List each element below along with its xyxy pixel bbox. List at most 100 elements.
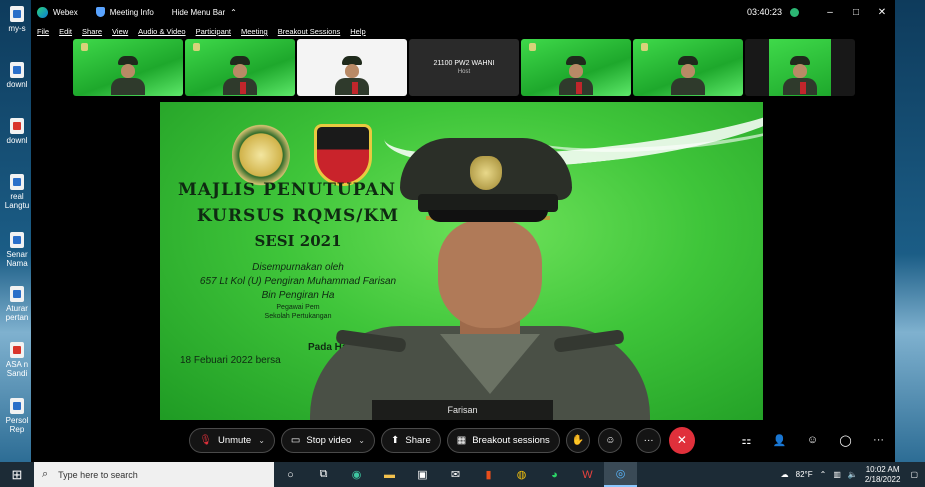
desktop-icon-7[interactable]: Persol Rep [2, 398, 32, 434]
wps-icon: W [582, 468, 593, 481]
meeting-controls: 🎙 Unmute ⌄ ▭ Stop video ⌄ ⬆ Share ▦ Brea… [31, 424, 895, 456]
notification-icon[interactable]: ▢ [910, 470, 918, 479]
raise-hand-button[interactable]: ✋ [565, 427, 591, 453]
participant-video [671, 56, 705, 96]
store-app[interactable]: ▣ [406, 462, 439, 487]
menu-meeting[interactable]: Meeting [241, 27, 268, 36]
breakout-grid-icon: ▦ [456, 434, 467, 446]
active-speaker-video: MAJLIS PENUTUPAN R KURSUS RQMS/KM SESI 2… [160, 102, 763, 420]
search-icon: ⌕ [42, 468, 49, 480]
network-icon[interactable]: ▥ [833, 470, 841, 479]
chevron-up-icon[interactable]: ⌃ [820, 470, 827, 479]
desktop-icon-label: Aturar pertan [5, 304, 29, 322]
cortana-button[interactable]: ○ [274, 462, 307, 487]
stop-video-label: Stop video [306, 434, 352, 446]
ellipsis-icon: ··· [873, 434, 885, 446]
stop-video-button[interactable]: ▭ Stop video ⌄ [280, 427, 375, 453]
shield-icon [95, 7, 105, 17]
end-call-button[interactable]: ✕ [668, 426, 696, 454]
file-explorer-app[interactable]: ▬ [373, 462, 406, 487]
chevron-down-icon[interactable]: ⌄ [358, 436, 365, 445]
participant-tile[interactable] [745, 39, 855, 96]
app-name-label: Webex [53, 7, 78, 17]
document-icon [10, 62, 24, 78]
desktop-icon-label: ASA n Sandi [5, 360, 29, 378]
chat-button[interactable]: ◯ [829, 434, 862, 447]
task-view-button[interactable]: ⧉ [307, 462, 340, 487]
whatsapp-app[interactable]: ◕ [538, 462, 571, 487]
speaker-figure [310, 138, 650, 420]
desktop-icon-1[interactable]: downl [2, 62, 32, 89]
smiley-icon: ☺ [605, 434, 616, 446]
speaker-name-tag: Farisan [372, 400, 553, 420]
participant-tile[interactable] [633, 39, 743, 96]
participant-tile[interactable] [521, 39, 631, 96]
webex-app[interactable]: ◎ [604, 462, 637, 487]
desktop-icon-0[interactable]: my-s [2, 6, 32, 33]
office-app[interactable]: ▮ [472, 462, 505, 487]
edge-app[interactable]: ◉ [340, 462, 373, 487]
office-icon: ▮ [485, 469, 492, 481]
participant-tile[interactable] [73, 39, 183, 96]
taskbar-clock[interactable]: 10:02 AM 2/18/2022 [865, 465, 901, 485]
hide-menu-bar-button[interactable]: Hide Menu Bar ⌃ [172, 8, 237, 17]
participant-tile[interactable] [297, 39, 407, 96]
menu-share[interactable]: Share [82, 27, 102, 36]
clock-date: 2/18/2022 [864, 474, 901, 484]
menu-edit[interactable]: Edit [59, 27, 72, 36]
menu-participant[interactable]: Participant [196, 27, 231, 36]
store-icon: ▣ [417, 469, 428, 481]
meeting-info-button[interactable]: Meeting Info [95, 7, 154, 17]
document-icon [10, 286, 24, 302]
participant-tile[interactable] [185, 39, 295, 96]
microphone-muted-icon: 🎙 [199, 434, 212, 446]
desktop-icon-label: downl [6, 136, 28, 145]
chevron-down-icon[interactable]: ⌄ [258, 436, 265, 445]
share-button[interactable]: ⬆ Share [380, 427, 441, 453]
wps-app[interactable]: W [571, 462, 604, 487]
menu-view[interactable]: View [112, 27, 128, 36]
temperature[interactable]: 82°F [796, 470, 813, 479]
chrome-icon: ◍ [516, 469, 527, 481]
desktop-icon-5[interactable]: Aturar pertan [2, 286, 32, 322]
breakout-sessions-button[interactable]: ▦ Breakout sessions [446, 427, 560, 453]
apps-button[interactable]: ⚏ [730, 434, 763, 447]
more-options-button[interactable]: ··· [636, 427, 661, 453]
desktop-icon-label: Persol Rep [5, 416, 29, 434]
menu-audio-video[interactable]: Audio & Video [138, 27, 185, 36]
unmute-button[interactable]: 🎙 Unmute ⌄ [189, 427, 275, 453]
taskbar-search[interactable]: ⌕ Type here to search [34, 462, 274, 487]
menu-help[interactable]: Help [350, 27, 365, 36]
desktop-icon-2[interactable]: downl [2, 118, 32, 145]
minimize-button[interactable]: – [817, 7, 843, 18]
mail-app[interactable]: ✉ [439, 462, 472, 487]
menu-breakout-sessions[interactable]: Breakout Sessions [278, 27, 341, 36]
participant-tile-host[interactable]: 21100 PW2 WAHNI Host [409, 39, 519, 96]
desktop-icon-4[interactable]: Senar Nama [2, 232, 32, 268]
unmute-label: Unmute [217, 434, 252, 446]
task-view-icon: ⧉ [319, 468, 328, 480]
host-role: Host [457, 69, 471, 75]
reactions-button[interactable]: ☺ [598, 427, 623, 453]
menu-file[interactable]: File [37, 27, 49, 36]
volume-icon[interactable]: 🔈 [848, 470, 858, 479]
desktop-icon-6[interactable]: ASA n Sandi [2, 342, 32, 378]
start-button[interactable]: ⊞ [0, 462, 34, 487]
weather-cloud-icon[interactable]: ☁ [781, 470, 789, 479]
desktop-icon-3[interactable]: real Langtu [2, 174, 32, 210]
sash [576, 82, 582, 94]
document-icon [10, 174, 24, 190]
more-icon: ··· [643, 434, 654, 446]
crest-icon [81, 43, 88, 51]
participants-button[interactable]: 👤 [763, 434, 796, 447]
cap-badge-icon [470, 156, 502, 190]
reactions-panel-button[interactable]: ☺ [796, 434, 829, 446]
more-panels-button[interactable]: ··· [862, 434, 895, 446]
close-window-button[interactable]: ✕ [869, 7, 895, 18]
desktop-icon-label: Senar Nama [6, 250, 28, 268]
share-screen-icon: ⬆ [390, 434, 400, 446]
meeting-info-label: Meeting Info [109, 7, 154, 17]
maximize-button[interactable]: □ [843, 7, 869, 18]
chrome-app[interactable]: ◍ [505, 462, 538, 487]
share-label: Share [405, 434, 431, 446]
